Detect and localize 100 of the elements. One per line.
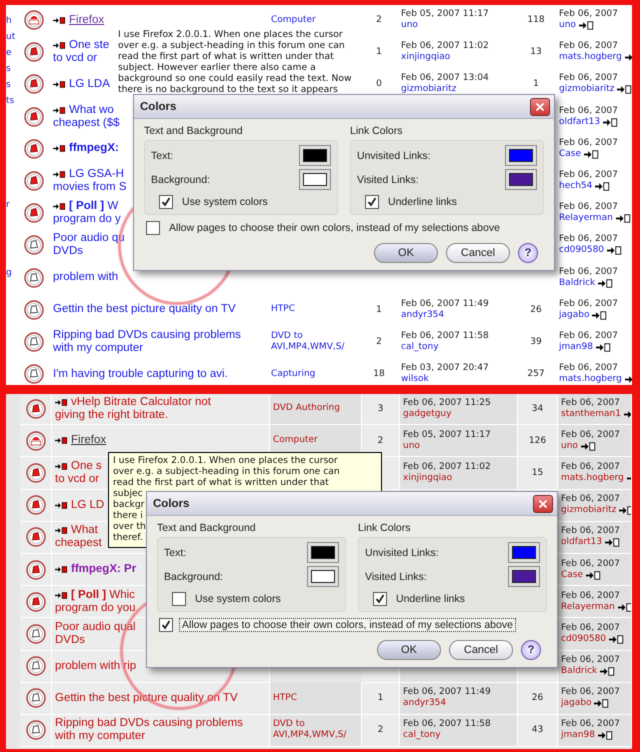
last-post-date: Feb 06, 2007 <box>561 719 621 730</box>
topic-link[interactable]: LG LD <box>71 498 104 511</box>
author-link[interactable]: andyr354 <box>401 310 513 321</box>
cancel-button[interactable]: Cancel <box>449 640 513 660</box>
last-post-date: Feb 06, 2007 <box>559 170 619 181</box>
checkbox-label: Use system colors <box>181 195 269 209</box>
author-link[interactable]: uno <box>401 20 513 32</box>
help-button[interactable]: ? <box>521 640 541 660</box>
last-poster-link[interactable]: jman98 <box>559 342 593 353</box>
last-poster-link[interactable]: Relayerman <box>559 213 613 224</box>
author-link[interactable]: gizmobiaritz <box>401 84 513 96</box>
sidebar-link[interactable]: e <box>6 45 18 61</box>
author-link[interactable]: gadgetguy <box>403 408 514 420</box>
checkbox-label: Underline links <box>387 195 458 209</box>
topic-link[interactable]: problem with <box>53 271 118 284</box>
tooltip-line: I use Firefox 2.0.0.1. When one places the cursor <box>118 29 343 40</box>
forum-category-link[interactable]: DVD to AVI,MP4,WMV,S/ <box>271 330 357 353</box>
last-poster-link[interactable]: uno <box>561 440 578 452</box>
last-poster-link[interactable]: mats.hogberg <box>559 374 622 385</box>
topic-link[interactable]: One s to vcd or <box>55 460 102 486</box>
last-poster-link[interactable]: gizmobiaritz <box>559 84 614 96</box>
topic-link[interactable]: Ripping bad DVDs causing problems with my computer <box>53 328 241 355</box>
last-poster-link[interactable]: Baldrick <box>559 278 596 289</box>
author-link[interactable]: wilsok <box>401 374 513 385</box>
tooltip-line: read the first part of what is written under that <box>113 477 329 488</box>
sidebar-link[interactable]: ts <box>6 93 18 109</box>
topic-link[interactable]: problem with rip <box>55 660 136 672</box>
author-link[interactable]: xinjingqiao <box>403 472 514 484</box>
sidebar-link[interactable]: s <box>6 77 18 93</box>
ok-button[interactable]: OK <box>377 640 441 660</box>
last-poster-link[interactable]: oldfart13 <box>561 537 602 548</box>
tooltip-line: background so one could easily read the text. Now <box>118 73 352 84</box>
topic-date: Feb 06, 2007 11:02 <box>403 462 492 473</box>
last-post-date: Feb 06, 2007 <box>561 398 621 409</box>
last-poster-link[interactable]: cd090580 <box>559 245 604 256</box>
sidebar-link[interactable]: h <box>6 13 18 29</box>
last-poster-link[interactable]: cd090580 <box>561 634 606 645</box>
author-link[interactable]: uno <box>403 440 514 452</box>
topic-link[interactable]: [ Poll ] Whic program do you <box>55 588 136 615</box>
group-title: Link Colors <box>358 522 412 534</box>
sidebar-link[interactable]: s <box>6 61 18 77</box>
ok-button[interactable]: OK <box>374 243 438 263</box>
author-link[interactable]: xinjingqiao <box>401 52 513 64</box>
forum-category-link[interactable]: Capturing <box>271 368 357 380</box>
color-label: Text: <box>164 546 186 558</box>
color-label: Unvisited Links: <box>357 150 431 162</box>
last-poster-link[interactable]: jagabo <box>559 310 590 321</box>
view-count: 13 <box>530 47 542 58</box>
view-count: 1 <box>533 79 539 90</box>
last-poster-link[interactable]: jman98 <box>561 730 595 742</box>
author-link[interactable]: cal_tony <box>403 730 514 742</box>
last-poster-link[interactable]: oldfart13 <box>559 116 600 128</box>
topic-date: Feb 06, 2007 11:25 <box>403 398 492 409</box>
topic-link[interactable]: LG LDA <box>69 78 110 90</box>
color-label: Background: <box>151 174 210 186</box>
sidebar-link[interactable]: r <box>6 197 18 213</box>
forum-category-link[interactable]: Computer <box>271 14 357 26</box>
last-poster-link[interactable]: mats.hogberg <box>559 52 622 64</box>
help-button[interactable]: ? <box>518 243 538 263</box>
last-poster-link[interactable]: Case <box>561 570 584 581</box>
topic-link[interactable]: I'm having trouble capturing to avi. <box>53 368 228 380</box>
topic-link[interactable]: Firefox <box>69 14 104 26</box>
topic-link[interactable]: Gettin the best picture quality on TV <box>53 303 236 316</box>
view-count: 15 <box>532 468 544 478</box>
view-count: 39 <box>530 336 542 347</box>
topic-link[interactable]: LG GSA-H movies from S <box>53 168 126 194</box>
last-poster-link[interactable]: gizmobiaritz <box>561 505 616 516</box>
author-link[interactable]: cal_tony <box>401 342 513 353</box>
author-link[interactable]: andyr354 <box>403 698 514 710</box>
last-poster-link[interactable]: uno <box>559 20 576 32</box>
tooltip-line: read the first part of what is written under that <box>118 51 334 62</box>
tooltip-line: there is no background to the text so it appears <box>118 84 338 95</box>
sidebar-link[interactable]: g <box>6 265 18 281</box>
cancel-button[interactable]: Cancel <box>446 243 510 263</box>
color-label: Visited Links: <box>365 570 427 582</box>
group-title: Text and Background <box>144 125 244 137</box>
topic-link[interactable]: Poor audio qual DVDs <box>55 620 136 647</box>
sidebar-link[interactable]: ut <box>6 29 18 45</box>
topic-link[interactable]: What wo cheapest ($$ <box>53 104 120 130</box>
last-poster-link[interactable]: hech54 <box>559 181 592 192</box>
last-poster-link[interactable]: Relayerman <box>561 602 615 613</box>
last-poster-link[interactable]: stantheman1 <box>561 408 621 420</box>
topic-date: Feb 06, 2007 13:04 <box>401 73 490 84</box>
forum-category-link[interactable]: HTPC <box>271 304 357 316</box>
topic-link[interactable]: [ Poll ] W program do y <box>53 200 121 226</box>
last-poster-link[interactable]: mats.hogberg <box>561 472 624 484</box>
topic-link[interactable]: Poor audio qu DVDs <box>53 232 125 258</box>
last-poster-link[interactable]: jagabo <box>561 698 592 710</box>
topic-link[interactable]: ffmpegX: <box>69 142 119 154</box>
topic-link[interactable]: ffmpegX: Pr <box>71 563 136 576</box>
topic-link[interactable]: One ste to vcd or <box>53 39 110 66</box>
tooltip-line: over e.g. a subject-heading in this forum one can <box>113 466 340 477</box>
last-poster-link[interactable]: Case <box>559 148 582 160</box>
topic-link[interactable]: Firefox <box>71 434 106 446</box>
tooltip-line: subjec <box>113 488 143 499</box>
topic-link[interactable]: What cheapest <box>55 524 102 550</box>
last-post-date: Feb 06, 2007 <box>559 9 619 20</box>
last-post-date: Feb 06, 2007 <box>559 298 619 310</box>
last-poster-link[interactable]: Baldrick <box>561 666 598 678</box>
tooltip-line: there i <box>113 510 143 521</box>
